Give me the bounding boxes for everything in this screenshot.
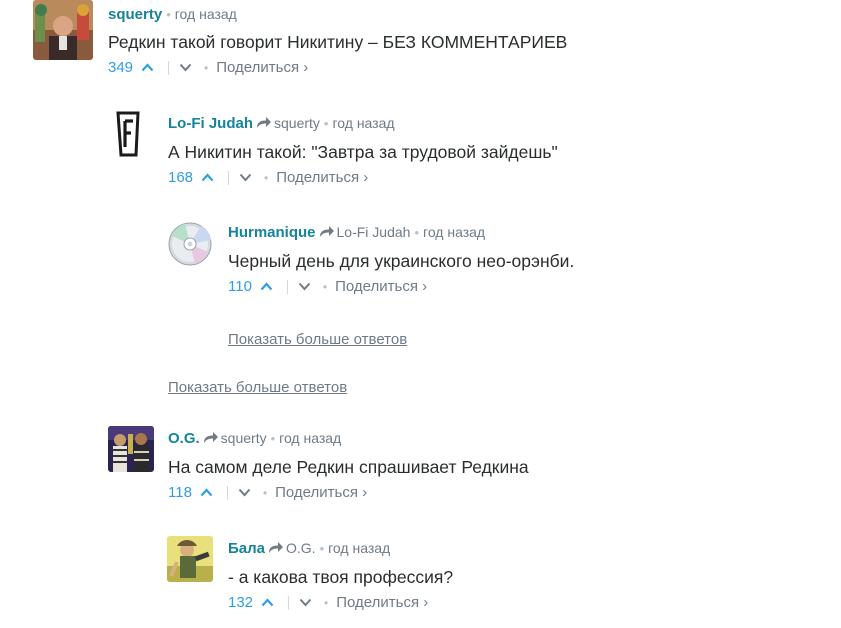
parent-author[interactable]: Lo-Fi Judah — [337, 224, 411, 240]
avatar[interactable] — [167, 218, 213, 270]
separator-dot: • — [166, 7, 171, 22]
reply-arrow-icon — [319, 225, 335, 243]
divider — [288, 596, 290, 610]
separator-dot: • — [414, 225, 420, 240]
vote-count: 110 — [228, 278, 252, 295]
share-link[interactable]: Поделиться › — [276, 169, 368, 187]
separator-dot: • — [264, 171, 269, 185]
divider — [228, 171, 230, 185]
avatar[interactable] — [108, 426, 154, 472]
author-name[interactable]: Lo-Fi Judah — [168, 115, 253, 132]
upvote-icon[interactable] — [201, 169, 214, 187]
timestamp[interactable]: год назад — [423, 224, 485, 240]
avatar[interactable] — [33, 0, 93, 60]
reply-arrow-icon — [268, 541, 284, 559]
share-link[interactable]: Поделиться › — [275, 484, 367, 502]
downvote-icon[interactable] — [179, 59, 192, 77]
show-more-replies-link[interactable]: Показать больше ответов — [168, 379, 347, 396]
vote-count: 118 — [168, 484, 192, 501]
upvote-icon[interactable] — [200, 484, 213, 502]
author-name[interactable]: Бала — [228, 540, 265, 557]
divider — [168, 61, 170, 75]
avatar[interactable] — [167, 536, 213, 582]
separator-dot: • — [322, 280, 328, 294]
vote-count: 132 — [228, 594, 254, 611]
share-link[interactable]: Поделиться › — [336, 594, 428, 612]
downvote-icon[interactable] — [238, 484, 251, 502]
timestamp[interactable]: год назад — [328, 540, 390, 556]
separator-dot: • — [262, 486, 268, 500]
separator-dot: • — [270, 431, 276, 446]
comment-text: - а какова твоя профессия? — [228, 567, 454, 587]
comment-text: Редкин такой говорит Никитину – БЕЗ КОММ… — [108, 32, 568, 52]
downvote-icon[interactable] — [239, 169, 252, 187]
divider — [286, 280, 288, 294]
share-link[interactable]: Поделиться › — [335, 278, 427, 296]
separator-dot: • — [324, 596, 329, 610]
vote-count: 349 — [108, 59, 134, 76]
downvote-icon[interactable] — [298, 278, 311, 296]
upvote-icon[interactable] — [261, 594, 274, 612]
upvote-icon[interactable] — [141, 59, 154, 77]
comment-text: А Никитин такой: "Завтра за трудовой зай… — [168, 142, 558, 162]
vote-count: 168 — [168, 169, 194, 186]
show-more-replies-link[interactable]: Показать больше ответов — [228, 331, 407, 348]
reply-arrow-icon — [203, 431, 219, 449]
parent-author[interactable]: squerty — [274, 115, 320, 131]
separator-dot: • — [323, 116, 329, 131]
separator-dot: • — [319, 541, 325, 556]
comment-text: Черный день для украинского нео-орэнби. — [228, 251, 575, 271]
author-name[interactable]: O.G. — [168, 430, 200, 447]
timestamp[interactable]: год назад — [279, 430, 341, 446]
upvote-icon[interactable] — [260, 278, 273, 296]
parent-author[interactable]: O.G. — [286, 540, 316, 556]
reply-arrow-icon — [256, 116, 272, 134]
timestamp[interactable]: год назад — [175, 6, 237, 22]
timestamp[interactable]: год назад — [332, 115, 394, 131]
parent-author[interactable]: squerty — [221, 430, 267, 446]
author-name[interactable]: Hurmanique — [228, 224, 316, 241]
avatar[interactable] — [109, 109, 155, 161]
downvote-icon[interactable] — [299, 594, 312, 612]
separator-dot: • — [204, 61, 209, 75]
share-link[interactable]: Поделиться › — [216, 59, 308, 77]
divider — [226, 486, 228, 500]
comment-text: На самом деле Редкин спрашивает Редкина — [168, 457, 529, 477]
author-name[interactable]: squerty — [108, 6, 162, 23]
